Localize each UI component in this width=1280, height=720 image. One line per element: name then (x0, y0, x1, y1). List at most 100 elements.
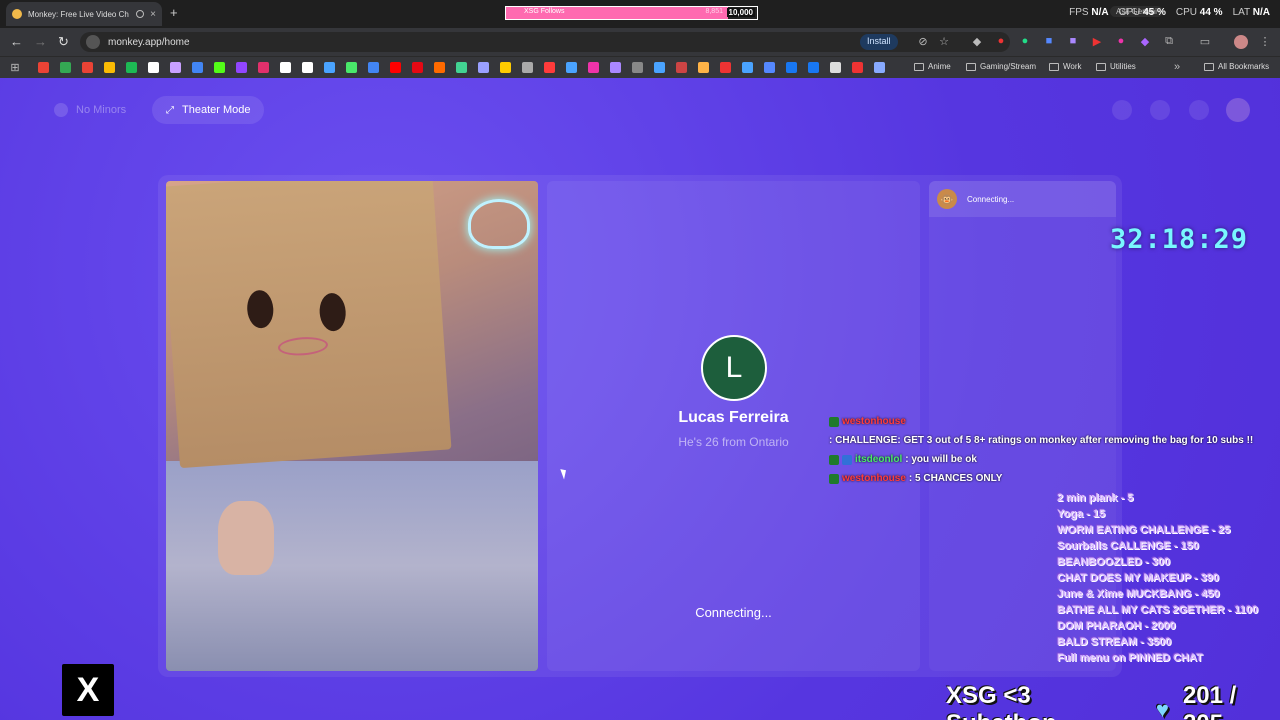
app-bookmark-icon[interactable] (544, 62, 555, 73)
app-bookmark-icon[interactable] (698, 62, 709, 73)
apps-grid-icon[interactable]: ⊞ (8, 61, 22, 75)
drive-bookmark-icon[interactable] (104, 62, 115, 73)
netflix-bookmark-icon[interactable] (412, 62, 423, 73)
reload-icon[interactable]: ↻ (58, 34, 69, 50)
x-bookmark-icon[interactable] (148, 62, 159, 73)
bookmark-folder[interactable]: Anime (914, 62, 951, 71)
bookmark-star-icon[interactable]: ☆ (937, 35, 951, 49)
follow-goal-label: XSG Follows (524, 8, 565, 15)
chat-header: 🐵 Connecting... (929, 181, 1116, 217)
facebook-bookmark-icon[interactable] (808, 62, 819, 73)
app-bookmark-icon[interactable] (742, 62, 753, 73)
app-bookmark-icon[interactable] (786, 62, 797, 73)
profile-avatar[interactable] (1234, 35, 1248, 49)
chat-status: Connecting... (967, 194, 1015, 204)
no-minors-toggle[interactable]: No Minors (40, 96, 140, 124)
address-bar-row: ← → ↻ monkey.app/home Install ⊘ ☆ ◆ ● ● … (0, 28, 1280, 56)
app-bookmark-icon[interactable] (434, 62, 445, 73)
menu-item: WORM EATING CHALLENGE - 25 (1057, 524, 1231, 536)
heart-icon: ♥ (1155, 697, 1169, 720)
app-bookmark-icon[interactable] (610, 62, 621, 73)
extension-icon[interactable]: ◆ (970, 35, 984, 49)
app-bookmark-icon[interactable] (324, 62, 335, 73)
app-bookmark-icon[interactable] (522, 62, 533, 73)
follow-goal-bar: XSG Follows 8,851 10,000 (505, 6, 758, 20)
bookmark-folder[interactable]: Gaming/Stream (966, 62, 1036, 71)
extension-icon[interactable]: ● (1114, 35, 1128, 49)
back-icon[interactable]: ← (10, 34, 23, 49)
gmail-bookmark-icon[interactable] (82, 62, 93, 73)
menu-item: Full menu on PINNED CHAT (1057, 652, 1203, 664)
app-bookmark-icon[interactable] (830, 62, 841, 73)
app-bookmark-icon[interactable] (456, 62, 467, 73)
app-bookmark-icon[interactable] (588, 62, 599, 73)
tab-close-icon[interactable]: × (150, 9, 156, 20)
bookmark-folder[interactable]: Utilities (1096, 62, 1136, 71)
profile-avatar[interactable] (1226, 98, 1250, 122)
app-bookmark-icon[interactable] (720, 62, 731, 73)
bookmark-folder[interactable]: Work (1049, 62, 1082, 71)
kick-bookmark-icon[interactable] (214, 62, 225, 73)
app-bookmark-icon[interactable] (478, 62, 489, 73)
extension-icon[interactable]: ■ (1042, 35, 1056, 49)
google-bookmark-icon[interactable] (38, 62, 49, 73)
menu-item: Sourballs CALLENGE - 150 (1057, 540, 1199, 552)
install-app-button[interactable]: Install (860, 34, 898, 50)
filter-icon[interactable] (1112, 100, 1132, 120)
app-bookmark-icon[interactable] (874, 62, 885, 73)
chat-username: itsdeonlol (855, 454, 903, 465)
spotify-bookmark-icon[interactable] (126, 62, 137, 73)
app-bookmark-icon[interactable] (852, 62, 863, 73)
side-panel-icon[interactable]: ▭ (1198, 35, 1212, 49)
all-bookmarks-folder[interactable]: All Bookmarks (1204, 62, 1269, 71)
app-bookmark-icon[interactable] (676, 62, 687, 73)
app-bookmark-icon[interactable] (566, 62, 577, 73)
folder-icon (1204, 62, 1214, 71)
extension-icon[interactable]: ● (994, 35, 1008, 49)
extensions-puzzle-icon[interactable]: ⧉ (1162, 35, 1176, 49)
history-icon[interactable] (1150, 100, 1170, 120)
menu-kebab-icon[interactable]: ⋮ (1258, 35, 1272, 49)
extension-icon[interactable]: ◆ (1138, 35, 1152, 49)
folder-icon (966, 62, 976, 71)
expand-icon: ⤢ (166, 104, 174, 116)
browser-tab[interactable]: Monkey: Free Live Video Ch × (6, 2, 162, 26)
fps-stat: FPS N/A (1069, 7, 1109, 18)
youtube-bookmark-icon[interactable] (390, 62, 401, 73)
nb-bookmark-icon[interactable] (368, 62, 379, 73)
tiktok-bookmark-icon[interactable] (302, 62, 313, 73)
x2-bookmark-icon[interactable] (280, 62, 291, 73)
bag-eye-hole (318, 292, 347, 332)
chat-message: westonhouse : CHALLENGE: GET 3 out of 5 … (829, 414, 1277, 449)
site-info-icon[interactable] (86, 35, 100, 49)
self-camera-feed (166, 181, 538, 671)
stream-chat-overlay: westonhouse : CHALLENGE: GET 3 out of 5 … (829, 414, 1277, 487)
theater-mode-button[interactable]: ⤢ Theater Mode (152, 96, 265, 124)
menu-item: June & Xime MUCKBANG - 450 (1057, 588, 1220, 600)
lat-stat: LAT N/A (1232, 7, 1270, 18)
twitch-bookmark-icon[interactable] (236, 62, 247, 73)
chat-text: : CHALLENGE: GET 3 out of 5 8+ ratings o… (829, 435, 1254, 446)
forward-icon[interactable]: → (34, 34, 47, 49)
extension-icon[interactable]: ▶ (1090, 35, 1104, 49)
new-tab-button[interactable]: + (170, 5, 178, 20)
instagram-bookmark-icon[interactable] (258, 62, 269, 73)
messages-icon[interactable] (1189, 100, 1209, 120)
cpu-stat: CPU 44 % (1175, 7, 1223, 18)
chat-message: westonhouse : 5 CHANCES ONLY (829, 471, 1277, 487)
more-bookmarks-icon[interactable]: » (1170, 61, 1184, 75)
extension-icon[interactable]: ■ (1066, 35, 1080, 49)
app-bookmark-icon[interactable] (346, 62, 357, 73)
menu-item: 2 min plank - 5 (1057, 492, 1134, 504)
cat-bookmark-icon[interactable] (170, 62, 181, 73)
app-bookmark-icon[interactable] (500, 62, 511, 73)
app-bookmark-icon[interactable] (764, 62, 775, 73)
eye-off-icon[interactable]: ⊘ (916, 35, 930, 49)
app-bookmark-icon[interactable] (654, 62, 665, 73)
extension-icon[interactable]: ● (1018, 35, 1032, 49)
no-minors-icon (54, 103, 68, 117)
kick-badge-icon (829, 455, 839, 465)
maps-bookmark-icon[interactable] (60, 62, 71, 73)
chrome-bookmark-icon[interactable] (192, 62, 203, 73)
app-bookmark-icon[interactable] (632, 62, 643, 73)
